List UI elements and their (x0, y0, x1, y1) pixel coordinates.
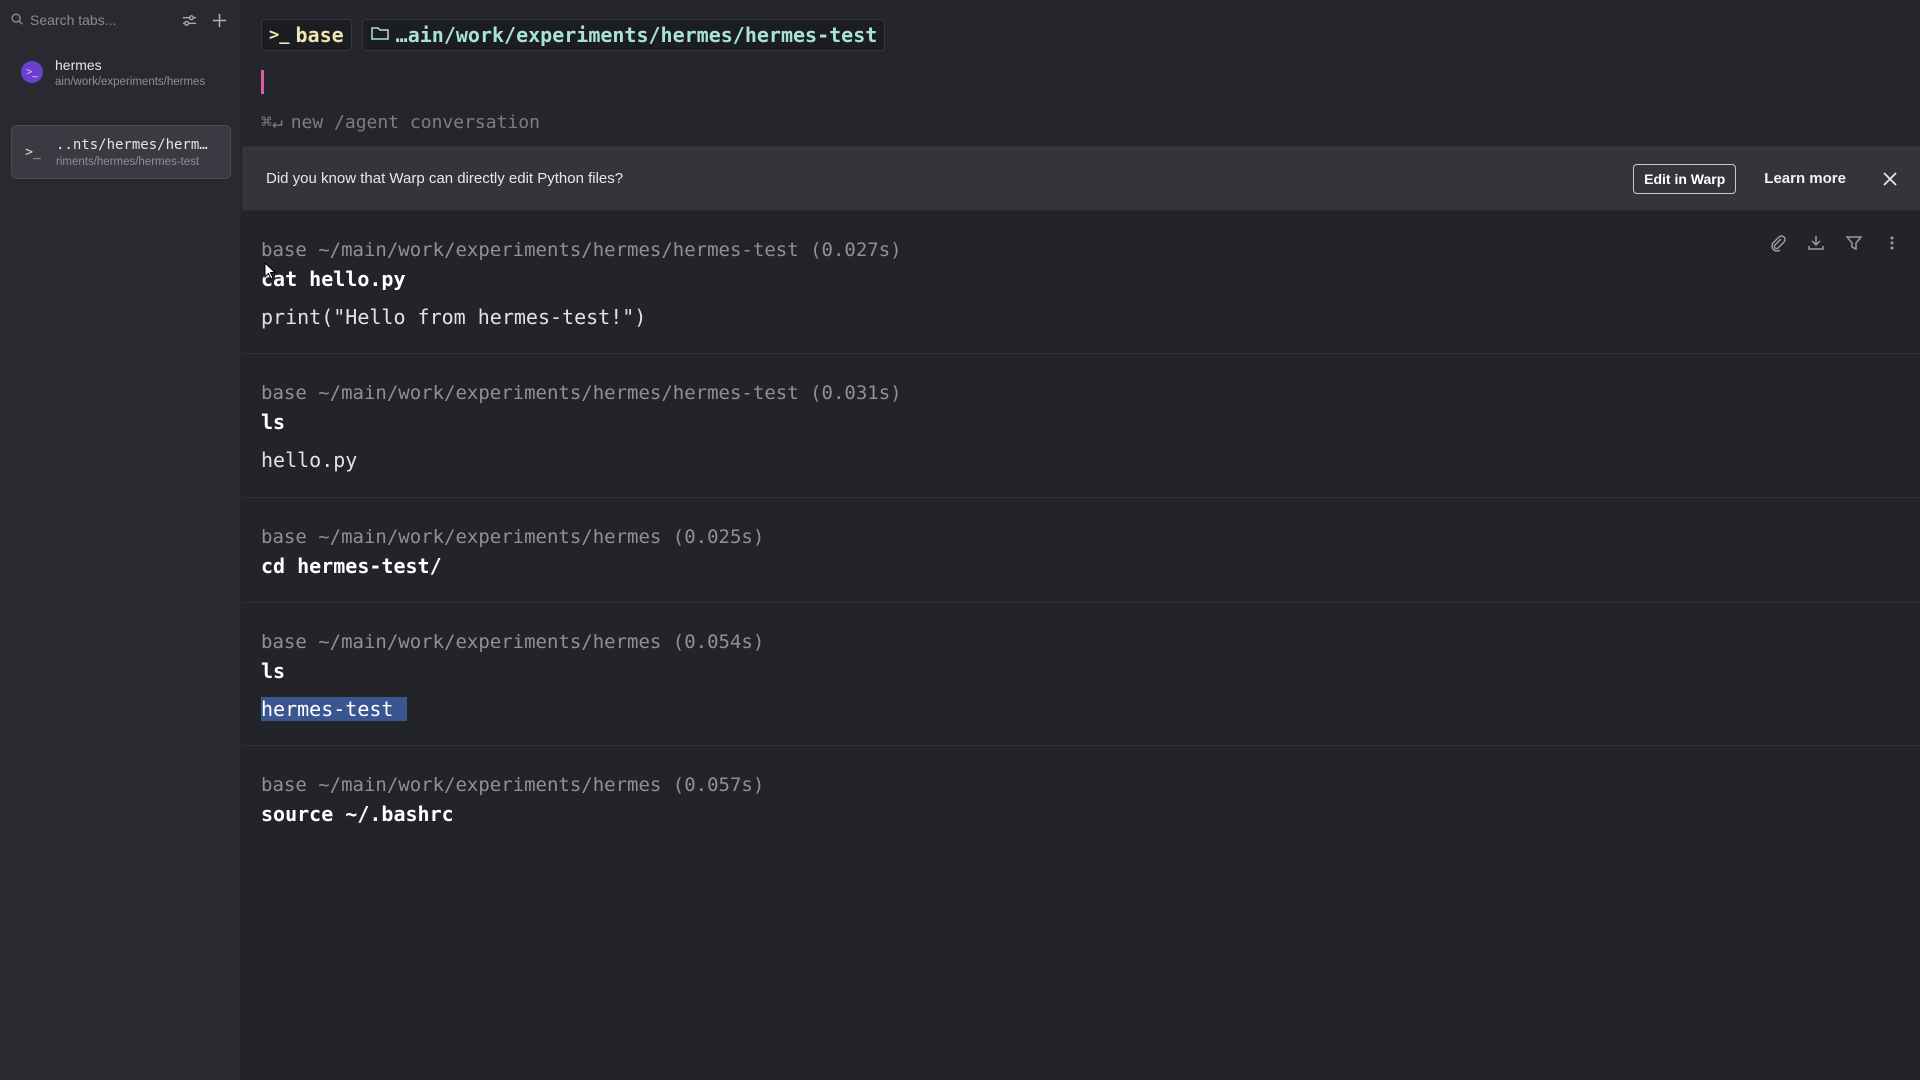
filter-settings-icon[interactable] (178, 8, 201, 32)
block-command: ls (261, 659, 286, 683)
block-header: base ~/main/work/experiments/hermes/herm… (261, 239, 902, 261)
tip-banner: Did you know that Warp can directly edit… (242, 147, 1920, 211)
more-options-icon[interactable] (1882, 233, 1902, 253)
tab-title: ..nts/hermes/herm… (56, 136, 208, 153)
attach-icon[interactable] (1768, 233, 1788, 253)
tab-subtitle: riments/hermes/hermes-test (56, 155, 200, 168)
tab-title: hermes (55, 56, 102, 73)
command-block[interactable]: base ~/main/work/experiments/hermes (0.0… (242, 603, 1920, 746)
search-icon (10, 12, 24, 29)
tab-search (10, 12, 170, 29)
command-block[interactable]: base ~/main/work/experiments/hermes (0.0… (242, 746, 1920, 851)
block-command: source ~/.bashrc (261, 802, 454, 826)
close-icon[interactable] (1880, 169, 1900, 189)
terminal-prompt-icon: >_ (25, 144, 41, 160)
block-header: base ~/main/work/experiments/hermes (0.0… (261, 526, 765, 548)
env-chip[interactable]: >_ base (261, 19, 352, 51)
block-command: cat hello.py (261, 267, 406, 291)
block-output: hermes-test (261, 697, 1901, 721)
download-icon[interactable] (1806, 233, 1826, 253)
learn-more-button[interactable]: Learn more (1764, 170, 1846, 187)
sidebar: >_ hermes ain/work/experiments/hermes >_… (0, 0, 242, 1080)
prompt-input-area[interactable]: >_ base …ain/work/experiments/hermes/her… (242, 0, 1920, 147)
block-header: base ~/main/work/experiments/hermes/herm… (261, 382, 902, 404)
mouse-pointer-icon (264, 262, 276, 280)
command-block[interactable]: base ~/main/work/experiments/hermes (0.0… (242, 498, 1920, 603)
sidebar-tab-hermes[interactable]: >_ hermes ain/work/experiments/hermes (11, 45, 231, 99)
block-header: base ~/main/work/experiments/hermes (0.0… (261, 774, 765, 796)
sidebar-tab-hermes-test[interactable]: >_ ..nts/hermes/herm… riments/hermes/her… (11, 125, 231, 179)
prompt-chips: >_ base …ain/work/experiments/hermes/her… (261, 19, 886, 51)
selected-output-text[interactable]: hermes-test (261, 697, 408, 721)
block-output: hello.py (261, 448, 358, 472)
command-blocks: base ~/main/work/experiments/hermes/herm… (242, 211, 1920, 851)
terminal-main: >_ base …ain/work/experiments/hermes/her… (242, 0, 1920, 1080)
block-toolbar (1768, 233, 1902, 253)
prompt-chevron-icon: >_ (269, 25, 290, 45)
block-command: cd hermes-test/ (261, 554, 442, 578)
edit-in-warp-button[interactable]: Edit in Warp (1633, 163, 1737, 194)
path-chip[interactable]: …ain/work/experiments/hermes/hermes-test (361, 19, 886, 51)
folder-icon (370, 23, 390, 48)
text-cursor (261, 70, 264, 94)
block-header: base ~/main/work/experiments/hermes (0.0… (261, 631, 765, 653)
filter-icon[interactable] (1844, 233, 1864, 253)
banner-text: Did you know that Warp can directly edit… (266, 170, 624, 187)
env-chip-label: base (295, 23, 344, 47)
terminal-icon: >_ (21, 61, 43, 83)
tab-subtitle: ain/work/experiments/hermes (55, 75, 206, 88)
search-tabs-input[interactable] (30, 12, 170, 28)
agent-hint: ⌘↵ new /agent conversation (261, 112, 540, 133)
command-block[interactable]: base ~/main/work/experiments/hermes/herm… (242, 354, 1920, 498)
agent-hint-text: new /agent conversation (290, 112, 540, 133)
new-tab-plus-icon[interactable] (209, 8, 232, 32)
keyboard-shortcut-icon: ⌘↵ (261, 112, 283, 133)
path-chip-label: …ain/work/experiments/hermes/hermes-test (395, 23, 878, 47)
command-block[interactable]: base ~/main/work/experiments/hermes/herm… (242, 211, 1920, 354)
sidebar-toolbar (0, 0, 241, 40)
block-command: ls (261, 410, 286, 434)
block-output: print("Hello from hermes-test!") (261, 305, 647, 329)
